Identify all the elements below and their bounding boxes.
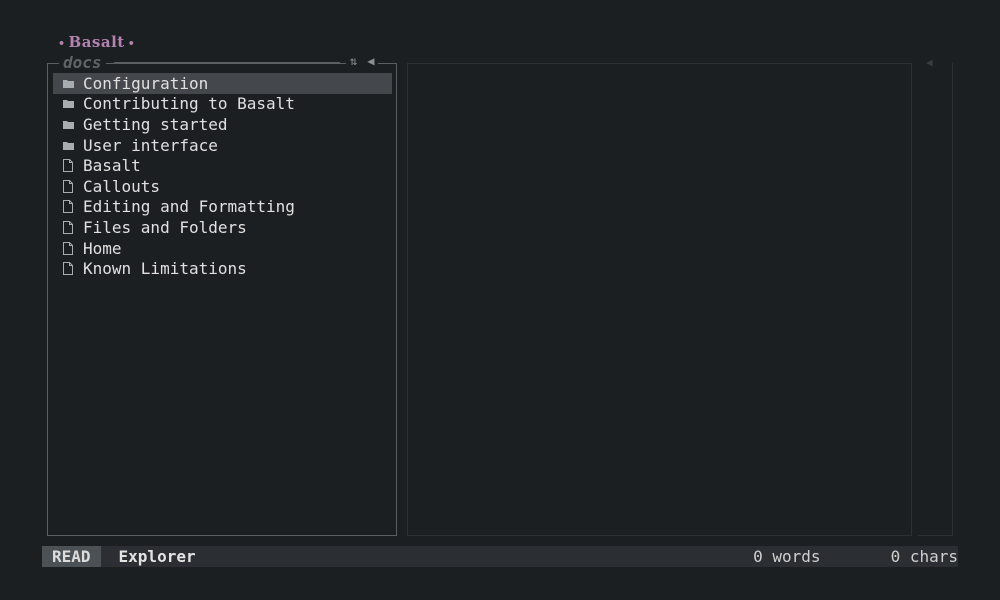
explorer-title: docs	[59, 53, 106, 72]
tree-folder-item[interactable]: Configuration	[53, 73, 392, 94]
note-pane[interactable]	[407, 63, 912, 536]
tree-item-label: Contributing to Basalt	[83, 94, 295, 114]
status-bar: READ Explorer 0 words 0 chars	[42, 546, 958, 567]
file-icon	[53, 159, 83, 173]
tree-file-item[interactable]: Callouts	[53, 176, 392, 197]
folder-icon	[53, 141, 83, 150]
tree-item-label: Configuration	[83, 73, 209, 93]
app-name: Basalt	[68, 33, 125, 51]
file-icon	[53, 262, 83, 276]
active-pane-name: Explorer	[118, 547, 196, 566]
tree-file-item[interactable]: Files and Folders	[53, 217, 392, 238]
tree-item-label: Getting started	[83, 114, 228, 134]
brand-dot-left: •	[58, 37, 66, 50]
explorer-toolbar: ⇅ ◀	[346, 54, 379, 68]
file-icon	[53, 179, 83, 193]
tree-folder-item[interactable]: User interface	[53, 135, 392, 156]
folder-icon	[53, 79, 83, 88]
collapse-left-icon[interactable]: ◀	[367, 54, 374, 68]
tree-folder-item[interactable]: Getting started	[53, 114, 392, 135]
mode-badge: READ	[42, 546, 101, 567]
folder-icon	[53, 99, 83, 109]
tree-folder-item[interactable]: Contributing to Basalt	[53, 94, 392, 115]
file-icon	[53, 220, 83, 234]
word-count: 0 words	[753, 547, 821, 566]
char-count: 0 chars	[890, 547, 958, 566]
tree-item-label: Editing and Formatting	[83, 197, 295, 217]
tree-item-label: Files and Folders	[83, 217, 247, 237]
tree-item-label: Callouts	[83, 176, 161, 196]
brand-dot-right: •	[127, 37, 136, 50]
tree-file-item[interactable]: Basalt	[53, 155, 392, 176]
tree-item-label: Home	[83, 238, 122, 258]
app-brand: • Basalt •	[55, 33, 138, 51]
file-icon	[53, 200, 83, 214]
document-stats: 0 words 0 chars	[753, 547, 958, 566]
outline-pane[interactable]	[918, 63, 953, 536]
sort-icon[interactable]: ⇅	[350, 54, 357, 68]
app-window: • Basalt • docs ⇅ ◀ Configuration Contribut…	[0, 0, 1000, 600]
explorer-title-rule	[114, 62, 340, 63]
tree-item-label: Known Limitations	[83, 259, 247, 279]
tree-file-item[interactable]: Known Limitations	[53, 258, 392, 279]
folder-icon	[53, 120, 83, 129]
outline-collapse-icon[interactable]: ◀	[926, 56, 933, 69]
tree-file-item[interactable]: Editing and Formatting	[53, 197, 392, 218]
file-tree: Configuration Contributing to Basalt Getti…	[53, 73, 392, 279]
tree-item-label: Basalt	[83, 156, 141, 176]
tree-file-item[interactable]: Home	[53, 238, 392, 259]
tree-item-label: User interface	[83, 135, 218, 155]
file-icon	[53, 241, 83, 255]
